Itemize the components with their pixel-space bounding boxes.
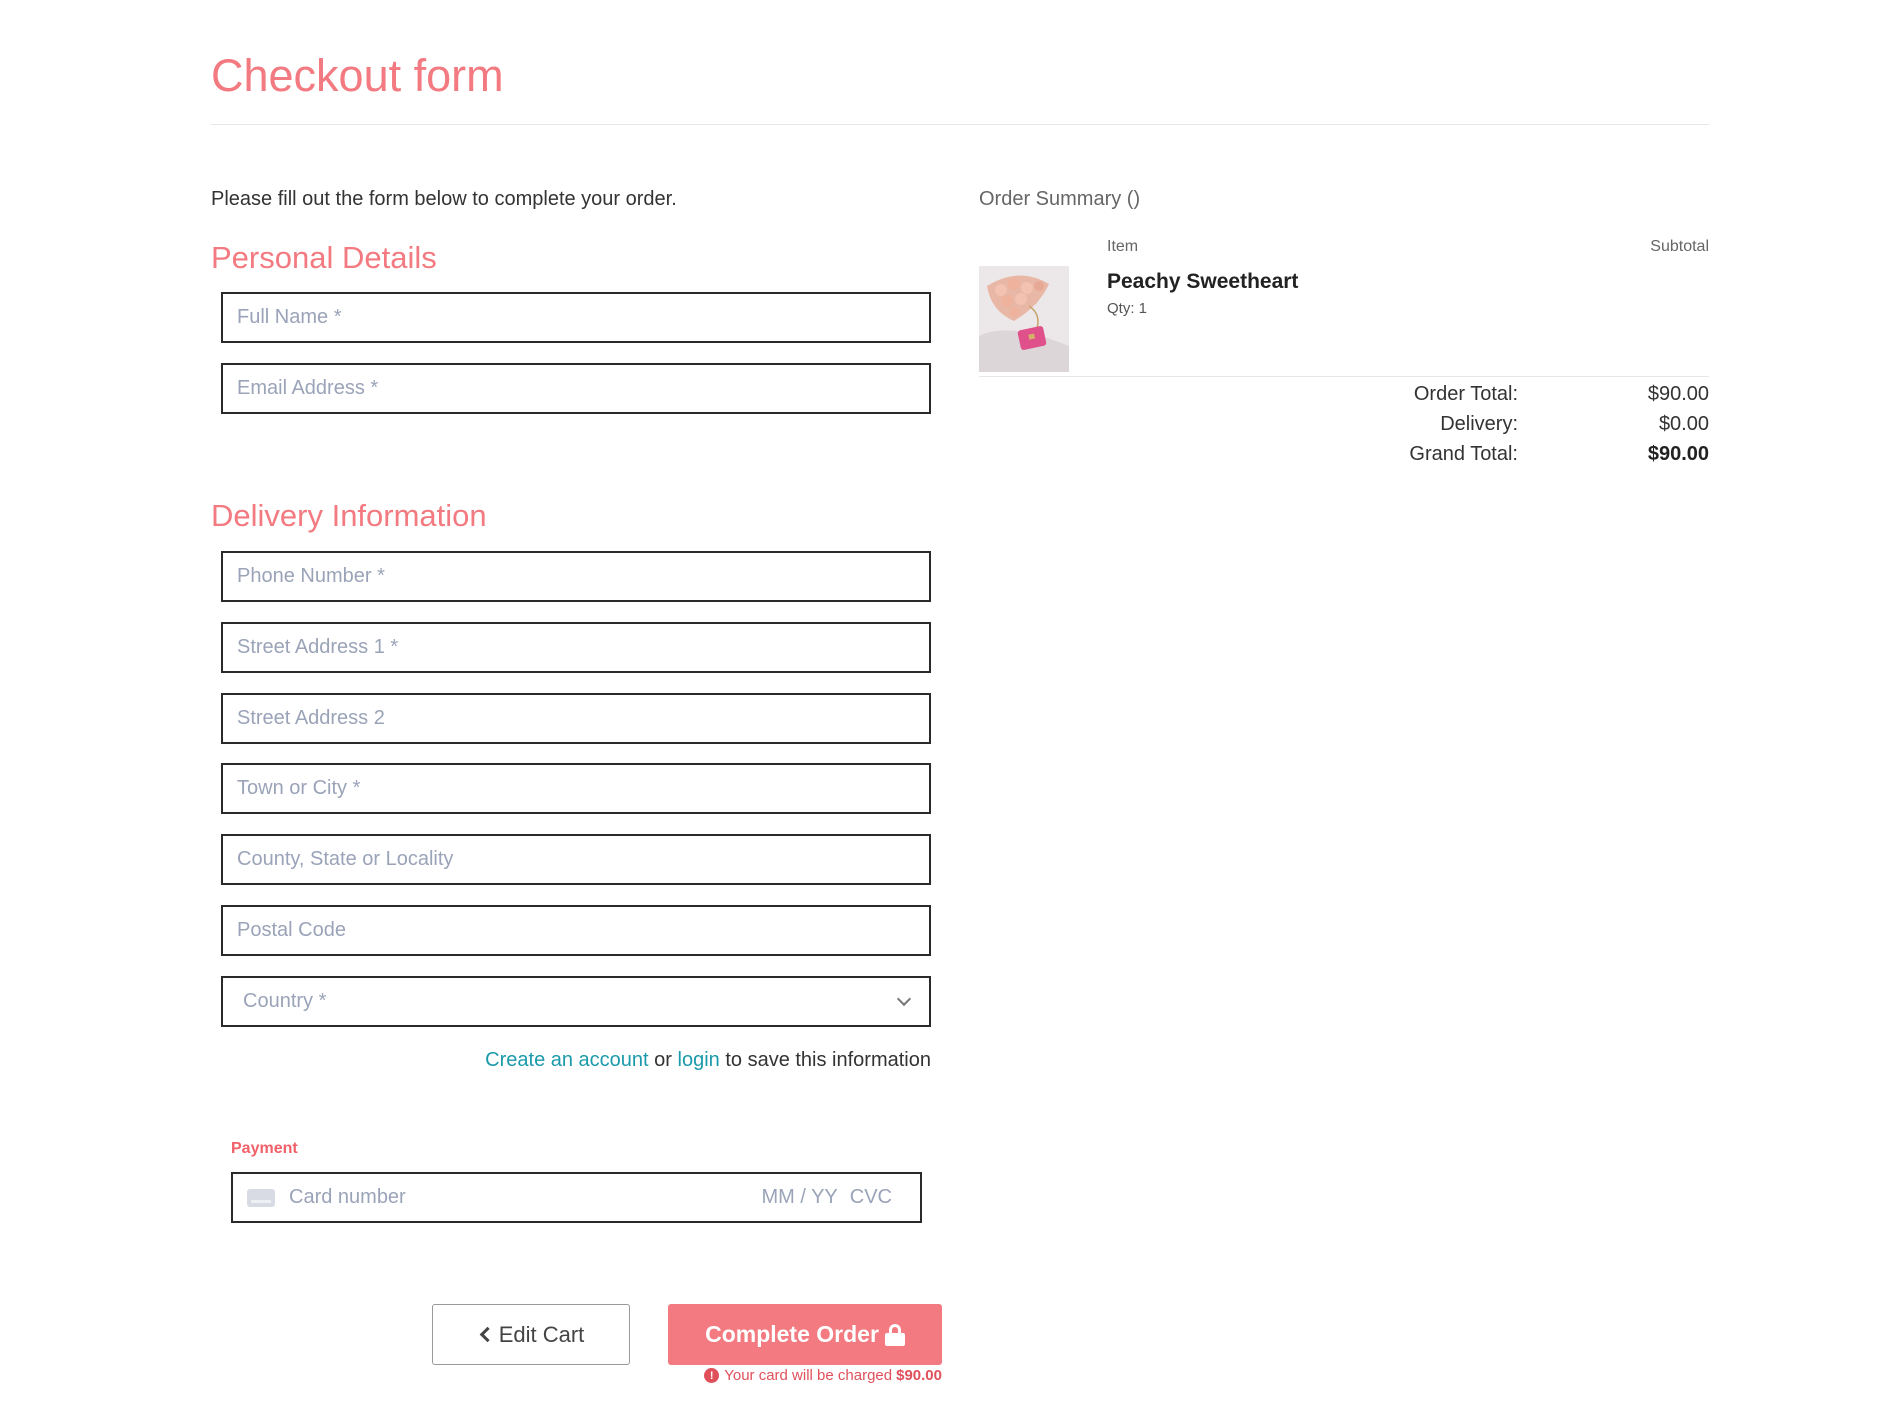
full-name-field[interactable] bbox=[221, 292, 931, 343]
charge-notice: ! Your card will be charged $90.00 bbox=[704, 1367, 942, 1384]
column-header-item: Item bbox=[1107, 238, 1139, 255]
street-address-1-input[interactable] bbox=[223, 624, 929, 671]
order-total-label: Order Total: bbox=[1413, 383, 1518, 405]
complete-order-button[interactable]: Complete Order bbox=[668, 1304, 942, 1365]
country-select-value: Country * bbox=[243, 990, 327, 1012]
email-input[interactable] bbox=[223, 365, 929, 412]
column-header-subtotal: Subtotal bbox=[1650, 238, 1709, 255]
charge-notice-text: Your card will be charged bbox=[724, 1367, 893, 1384]
street-address-1-field[interactable] bbox=[221, 622, 931, 673]
product-thumbnail bbox=[979, 266, 1069, 372]
grand-total-label: Grand Total: bbox=[1409, 443, 1518, 465]
street-address-2-field[interactable] bbox=[221, 693, 931, 744]
county-input[interactable] bbox=[223, 836, 929, 883]
payment-label: Payment bbox=[231, 1140, 298, 1157]
card-expiry-placeholder[interactable]: MM / YY bbox=[761, 1186, 837, 1209]
product-name: Peachy Sweetheart bbox=[1107, 270, 1299, 293]
order-summary-title: Order Summary () bbox=[979, 188, 1141, 210]
delivery-information-heading: Delivery Information bbox=[211, 498, 487, 533]
save-info-prompt: Create an account or login to save this … bbox=[485, 1049, 931, 1072]
charge-amount: $90.00 bbox=[896, 1367, 942, 1384]
phone-field[interactable] bbox=[221, 551, 931, 602]
create-account-link[interactable]: Create an account bbox=[485, 1049, 648, 1071]
page-title: Checkout form bbox=[211, 50, 504, 101]
town-field[interactable] bbox=[221, 763, 931, 814]
personal-details-heading: Personal Details bbox=[211, 240, 437, 275]
chevron-left-icon bbox=[479, 1326, 495, 1343]
delivery-label: Delivery: bbox=[1440, 413, 1518, 435]
alert-icon: ! bbox=[704, 1368, 720, 1383]
postal-code-input[interactable] bbox=[223, 907, 929, 954]
card-input[interactable]: Card number MM / YY CVC bbox=[231, 1172, 922, 1223]
product-quantity: Qty: 1 bbox=[1107, 300, 1148, 317]
card-cvc-placeholder[interactable]: CVC bbox=[850, 1186, 892, 1209]
form-intro: Please fill out the form below to comple… bbox=[211, 188, 677, 210]
email-field[interactable] bbox=[221, 363, 931, 414]
grand-total-value: $90.00 bbox=[1647, 443, 1709, 465]
order-total-value: $90.00 bbox=[1647, 383, 1709, 405]
complete-order-label: Complete Order bbox=[705, 1321, 879, 1347]
full-name-input[interactable] bbox=[223, 294, 929, 341]
or-text: or bbox=[648, 1049, 678, 1071]
country-select[interactable]: Country * bbox=[221, 976, 931, 1027]
summary-divider bbox=[979, 376, 1709, 377]
card-number-placeholder[interactable]: Card number bbox=[289, 1186, 761, 1209]
title-divider bbox=[211, 124, 1709, 125]
county-field[interactable] bbox=[221, 834, 931, 885]
town-input[interactable] bbox=[223, 765, 929, 812]
login-link[interactable]: login bbox=[678, 1049, 720, 1071]
edit-cart-label: Edit Cart bbox=[498, 1321, 585, 1347]
chevron-down-icon bbox=[896, 991, 912, 1006]
lock-icon bbox=[884, 1323, 905, 1346]
postal-code-field[interactable] bbox=[221, 905, 931, 956]
phone-input[interactable] bbox=[223, 553, 929, 600]
save-info-suffix: to save this information bbox=[719, 1049, 931, 1071]
credit-card-icon bbox=[247, 1188, 275, 1207]
street-address-2-input[interactable] bbox=[223, 695, 929, 742]
edit-cart-button[interactable]: Edit Cart bbox=[432, 1304, 630, 1365]
delivery-value: $0.00 bbox=[1658, 413, 1709, 435]
